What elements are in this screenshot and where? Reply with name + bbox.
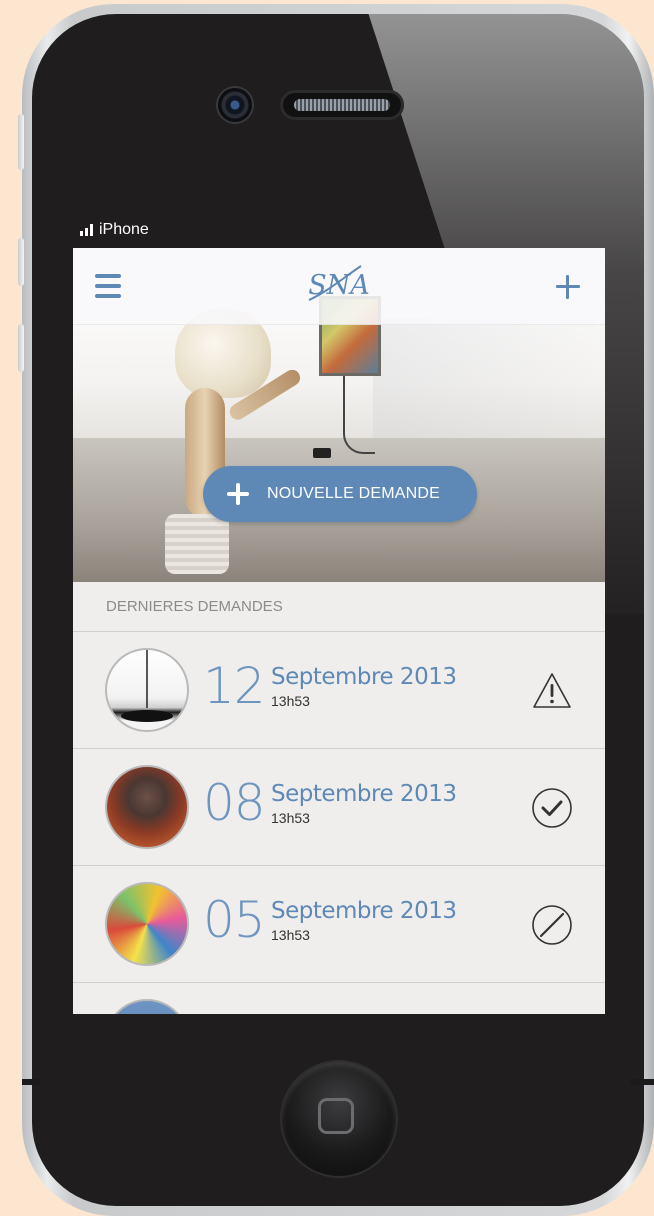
app-logo: SNA — [308, 270, 370, 301]
plus-icon — [227, 483, 249, 505]
volume-down-button — [18, 324, 24, 372]
request-time: 13h53 — [271, 693, 310, 709]
request-thumbnail — [105, 765, 189, 849]
home-button[interactable] — [282, 1062, 396, 1176]
request-thumbnail — [105, 882, 189, 966]
warning-icon — [533, 673, 571, 708]
request-day: 05 — [203, 891, 266, 949]
request-time: 13h53 — [271, 810, 310, 826]
frame-edge-left — [22, 1079, 40, 1085]
section-title: DERNIERES DEMANDES — [73, 582, 605, 632]
request-day: 12 — [203, 657, 266, 715]
request-row[interactable]: 05 Septembre 2013 13h53 — [73, 866, 605, 983]
check-circle-icon — [532, 788, 572, 828]
request-month: Septembre 2013 — [271, 664, 457, 690]
mute-switch — [18, 114, 24, 170]
request-thumbnail — [105, 648, 189, 732]
add-icon[interactable] — [556, 275, 580, 299]
request-row[interactable] — [73, 983, 605, 1014]
request-row[interactable]: 12 Septembre 2013 13h53 — [73, 632, 605, 749]
navigation-bar: SNA — [73, 248, 605, 325]
artwork-sculpture — [161, 308, 304, 578]
requests-list: 12 Septembre 2013 13h53 08 Septembre 201… — [73, 632, 605, 1014]
new-request-label: NOUVELLE DEMANDE — [267, 485, 441, 502]
app-screen: NOUVELLE DEMANDE SNA DERNIERES DEMANDES … — [73, 248, 605, 1014]
new-request-button[interactable]: NOUVELLE DEMANDE — [203, 466, 477, 522]
earpiece-speaker — [280, 90, 404, 120]
request-thumbnail — [105, 999, 189, 1014]
menu-icon[interactable] — [95, 274, 123, 300]
front-camera — [218, 88, 252, 122]
signal-icon — [80, 224, 93, 236]
request-day: 08 — [203, 774, 266, 832]
request-month: Septembre 2013 — [271, 781, 457, 807]
home-square-icon — [318, 1098, 354, 1134]
frame-edge-right — [630, 1079, 654, 1085]
request-row[interactable]: 08 Septembre 2013 13h53 — [73, 749, 605, 866]
status-bar: iPhone — [80, 221, 149, 239]
request-time: 13h53 — [271, 927, 310, 943]
cancel-circle-icon — [532, 905, 572, 945]
volume-up-button — [18, 238, 24, 286]
carrier-label: iPhone — [99, 221, 149, 238]
request-month: Septembre 2013 — [271, 898, 457, 924]
